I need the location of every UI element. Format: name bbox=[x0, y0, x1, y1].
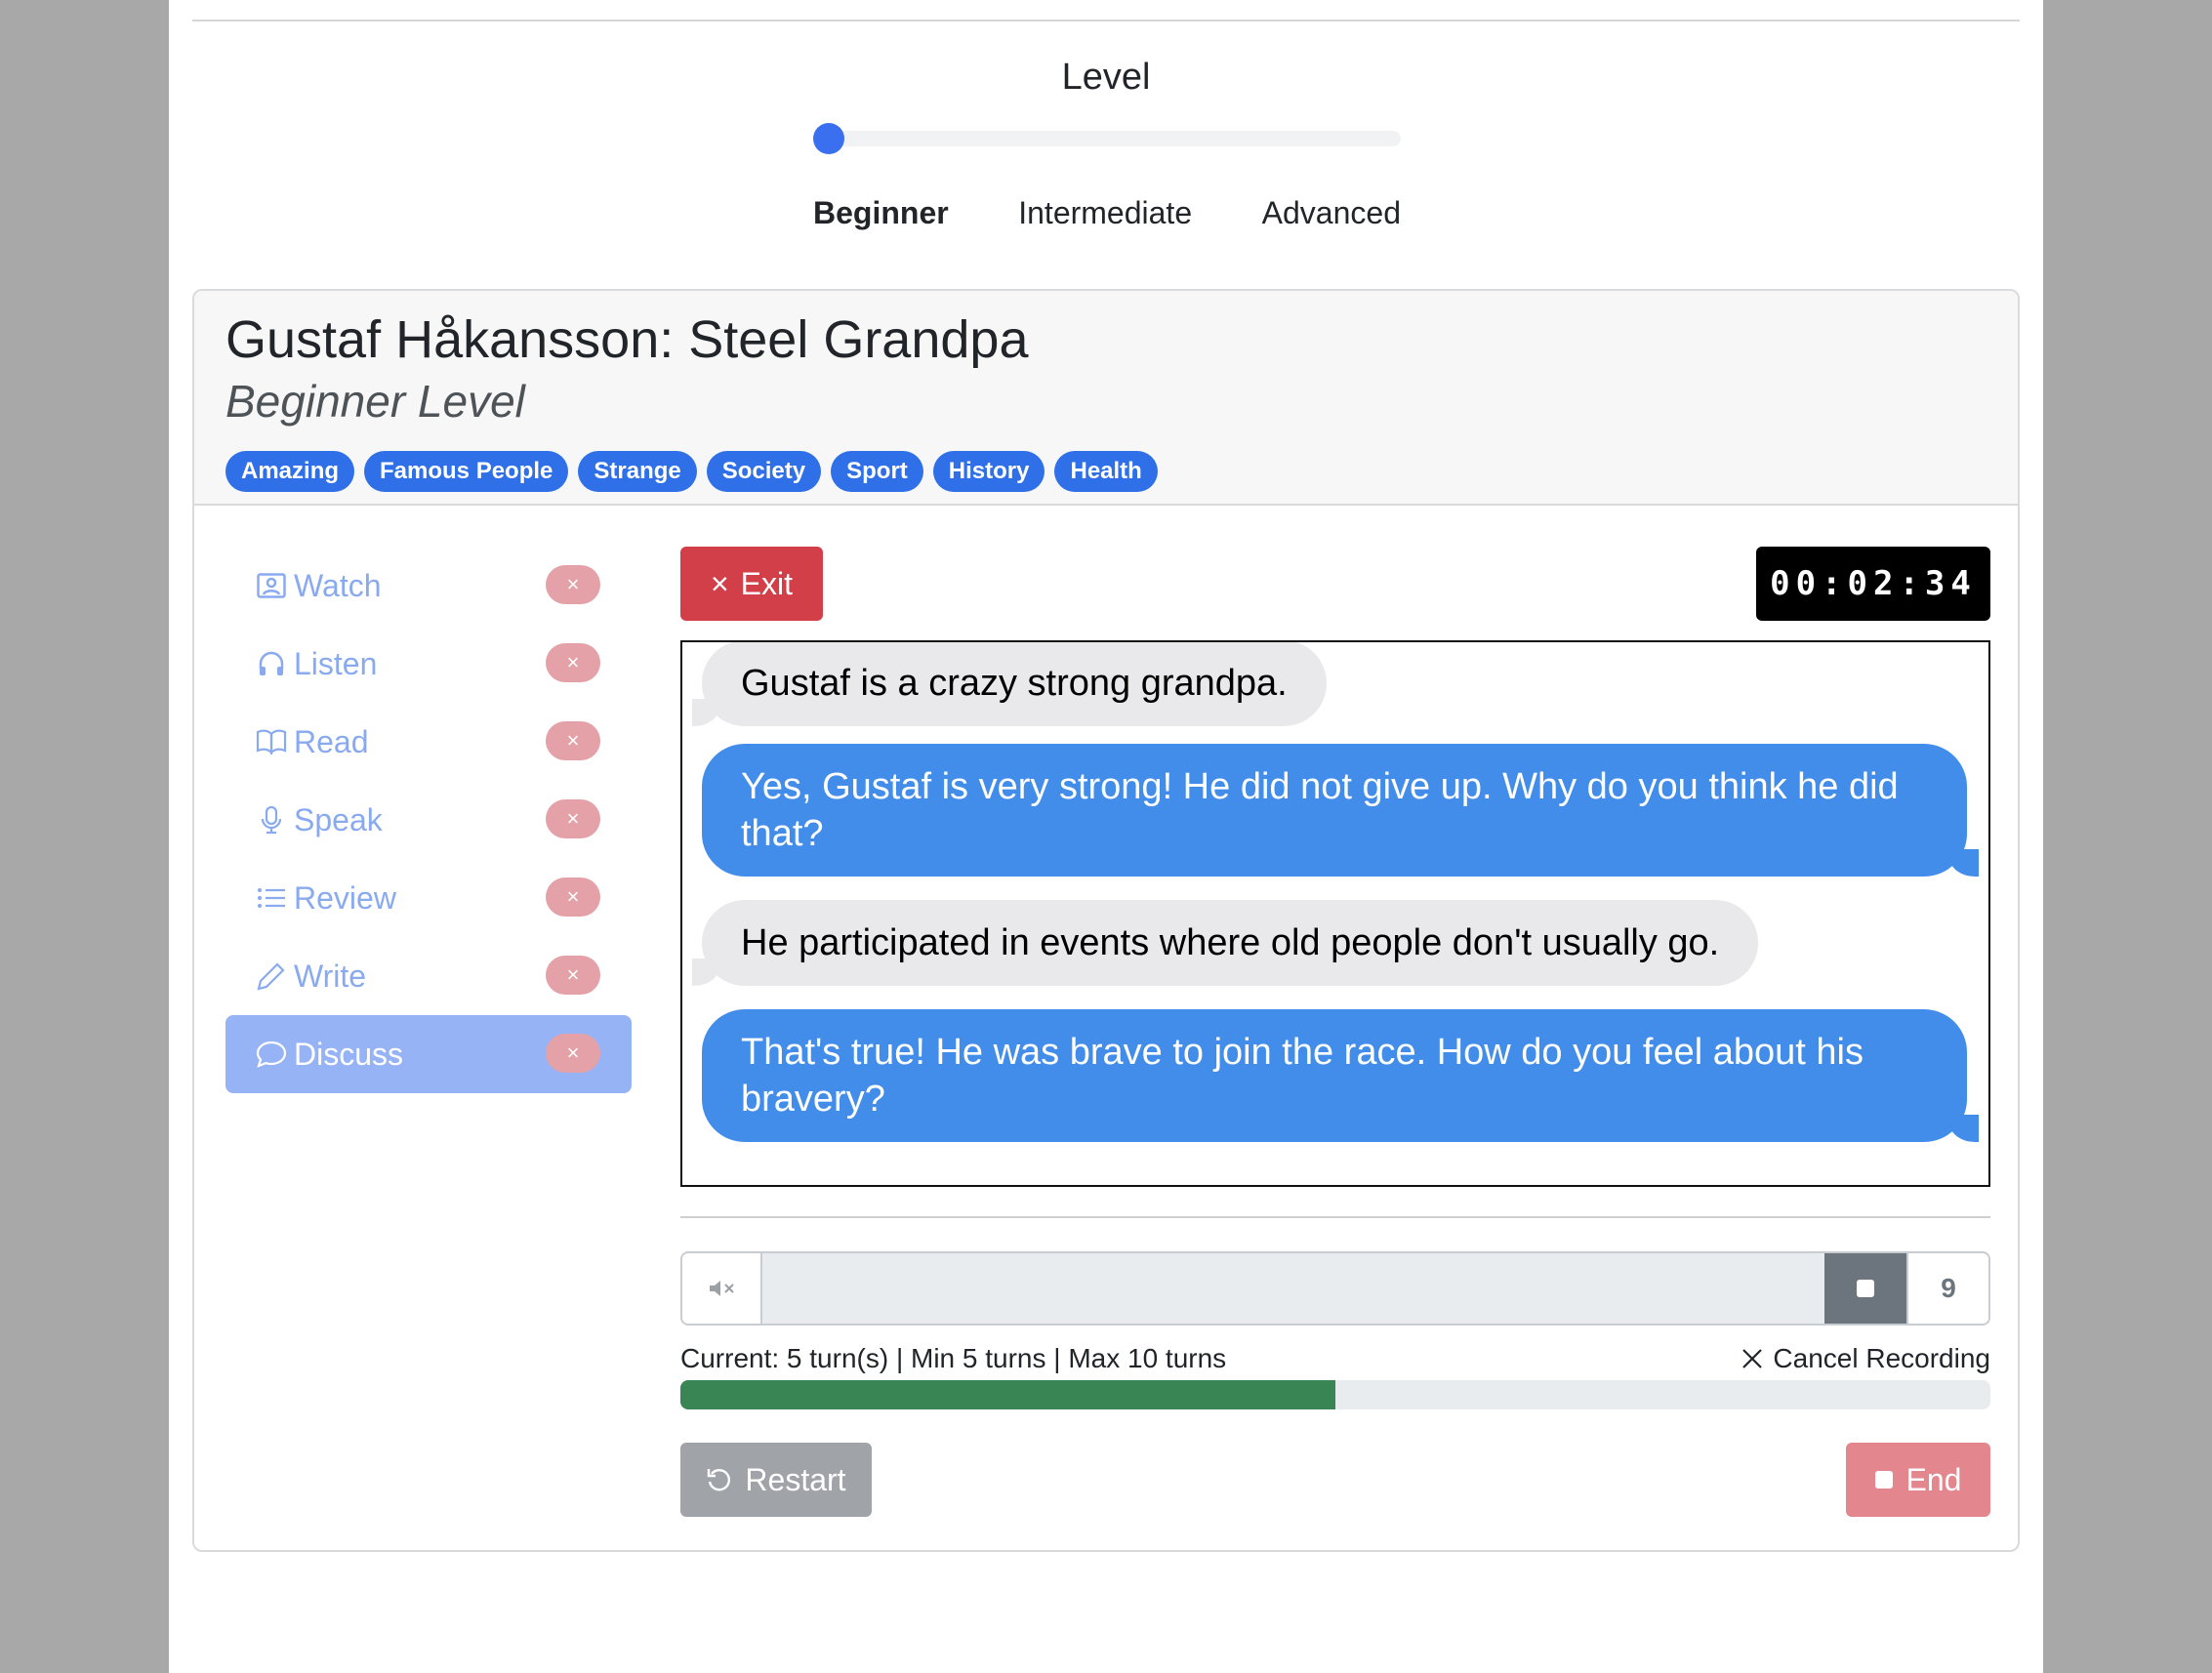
sidebar-item-label: Write bbox=[294, 958, 367, 994]
turns-status: Current: 5 turn(s) | Min 5 turns | Max 1… bbox=[680, 1343, 1227, 1373]
chat-bubble-icon bbox=[255, 1038, 288, 1071]
lesson-card: Gustaf Håkansson: Steel Grandpa Beginner… bbox=[192, 289, 2020, 1552]
turns-progress-bar bbox=[680, 1380, 1990, 1409]
countdown-badge: 9 bbox=[1906, 1253, 1988, 1324]
list-icon bbox=[255, 881, 288, 915]
close-icon[interactable]: × bbox=[546, 799, 600, 838]
sidebar-item-review[interactable]: Review × bbox=[225, 859, 632, 937]
activity-sidebar: Watch × Listen × Read × Speak × Review ×… bbox=[225, 547, 632, 1093]
recording-bar: 9 bbox=[680, 1251, 1990, 1326]
tag-badge[interactable]: Amazing bbox=[225, 451, 355, 492]
stop-icon bbox=[1857, 1280, 1874, 1297]
sidebar-item-label: Discuss bbox=[294, 1036, 404, 1072]
pencil-icon bbox=[255, 959, 288, 993]
sidebar-item-discuss[interactable]: Discuss × bbox=[225, 1015, 632, 1093]
level-options: Beginner Intermediate Advanced bbox=[813, 195, 1401, 231]
sidebar-item-label: Read bbox=[294, 723, 369, 759]
exit-button[interactable]: × Exit bbox=[680, 547, 823, 621]
level-option-intermediate[interactable]: Intermediate bbox=[1018, 195, 1192, 231]
tag-badge[interactable]: Health bbox=[1054, 451, 1158, 492]
close-icon[interactable]: × bbox=[546, 721, 600, 760]
end-label: End bbox=[1905, 1461, 1962, 1497]
tag-badge[interactable]: Sport bbox=[831, 451, 923, 492]
close-icon: × bbox=[710, 565, 729, 601]
microphone-icon bbox=[255, 803, 288, 836]
user-message: He participated in events where old peop… bbox=[691, 900, 1759, 986]
restart-icon bbox=[708, 1469, 731, 1491]
sidebar-item-listen[interactable]: Listen × bbox=[225, 625, 632, 703]
tag-badge[interactable]: Famous People bbox=[364, 451, 569, 492]
close-icon[interactable]: × bbox=[546, 877, 600, 917]
page: Level Beginner Intermediate Advanced Gus… bbox=[169, 0, 2043, 1673]
close-icon[interactable]: × bbox=[546, 956, 600, 995]
top-divider bbox=[192, 20, 2020, 21]
sidebar-item-label: Listen bbox=[294, 645, 378, 681]
turns-status-row: Current: 5 turn(s) | Min 5 turns | Max 1… bbox=[680, 1343, 1990, 1374]
close-icon[interactable]: × bbox=[546, 643, 600, 682]
tag-list: Amazing Famous People Strange Society Sp… bbox=[225, 451, 1987, 492]
level-slider-thumb[interactable] bbox=[813, 123, 844, 154]
restart-button[interactable]: Restart bbox=[680, 1443, 872, 1517]
tag-badge[interactable]: Society bbox=[706, 451, 822, 492]
bot-message: Yes, Gustaf is very strong! He did not g… bbox=[702, 744, 1979, 877]
speaker-muted-icon[interactable] bbox=[682, 1253, 762, 1324]
tag-badge[interactable]: History bbox=[932, 451, 1045, 492]
sidebar-item-read[interactable]: Read × bbox=[225, 703, 632, 781]
sidebar-item-speak[interactable]: Speak × bbox=[225, 781, 632, 859]
level-option-advanced[interactable]: Advanced bbox=[1262, 195, 1401, 231]
lesson-header: Gustaf Håkansson: Steel Grandpa Beginner… bbox=[194, 291, 2018, 506]
close-icon[interactable]: × bbox=[546, 1034, 600, 1073]
divider bbox=[680, 1216, 1990, 1218]
stop-recording-button[interactable] bbox=[1824, 1253, 1906, 1324]
level-option-beginner[interactable]: Beginner bbox=[813, 195, 949, 231]
sidebar-item-label: Review bbox=[294, 879, 396, 916]
close-icon bbox=[1742, 1349, 1763, 1368]
chat-window: Gustaf is a crazy strong grandpa. Yes, G… bbox=[680, 640, 1990, 1187]
person-video-icon bbox=[255, 569, 288, 602]
sidebar-item-watch[interactable]: Watch × bbox=[225, 547, 632, 625]
headphones-icon bbox=[255, 647, 288, 680]
sidebar-item-write[interactable]: Write × bbox=[225, 937, 632, 1015]
exit-label: Exit bbox=[740, 565, 794, 601]
bot-message: That's true! He was brave to join the ra… bbox=[702, 1009, 1979, 1142]
sidebar-item-label: Speak bbox=[294, 801, 383, 837]
lesson-title: Gustaf Håkansson: Steel Grandpa bbox=[225, 310, 1029, 369]
book-icon bbox=[255, 725, 288, 758]
sidebar-item-label: Watch bbox=[294, 567, 382, 603]
session-timer: 00:02:34 bbox=[1756, 547, 1990, 621]
level-heading: Level bbox=[1061, 57, 1151, 98]
end-button[interactable]: End bbox=[1846, 1443, 1990, 1517]
user-message: Gustaf is a crazy strong grandpa. bbox=[692, 642, 1327, 726]
tag-badge[interactable]: Strange bbox=[578, 451, 697, 492]
cancel-recording-label: Cancel Recording bbox=[1773, 1343, 1990, 1373]
cancel-recording-button[interactable]: Cancel Recording bbox=[1741, 1343, 1990, 1374]
lesson-subtitle: Beginner Level bbox=[225, 376, 525, 427]
level-slider-track[interactable] bbox=[813, 131, 1401, 146]
turns-progress-fill bbox=[680, 1380, 1335, 1409]
stop-icon bbox=[1874, 1471, 1893, 1489]
close-icon[interactable]: × bbox=[546, 565, 600, 604]
restart-label: Restart bbox=[745, 1461, 846, 1497]
